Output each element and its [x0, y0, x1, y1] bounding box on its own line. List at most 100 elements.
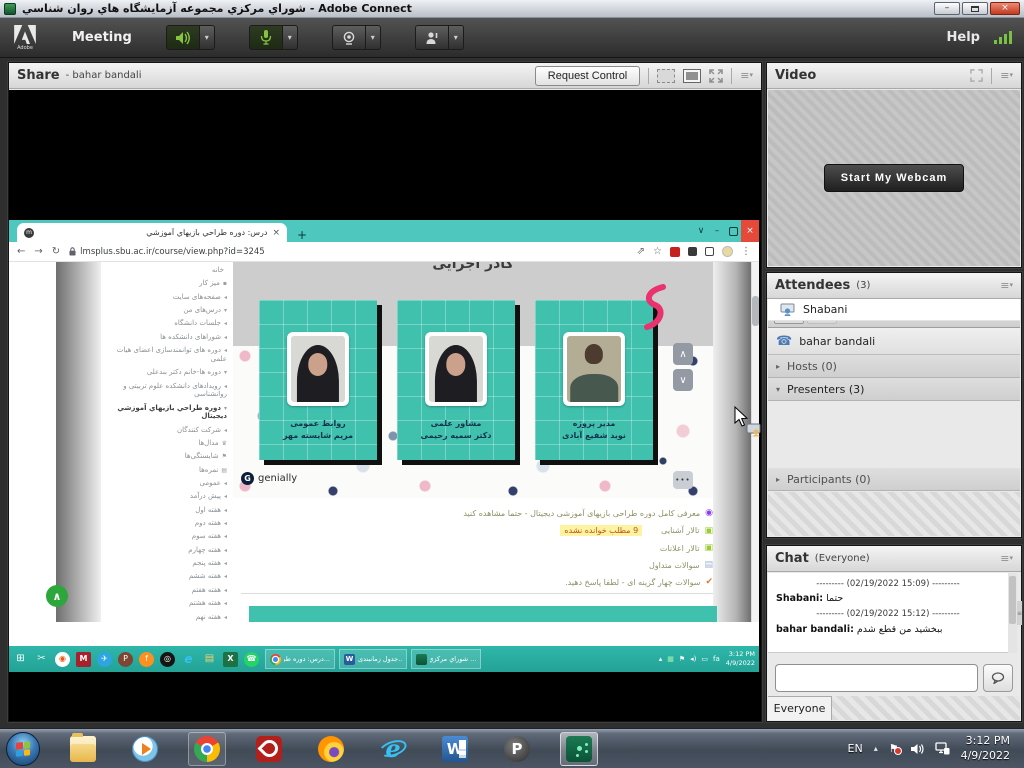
sidebar-toggle-icon[interactable] — [705, 247, 714, 256]
reload-icon[interactable]: ↻ — [52, 246, 60, 257]
sidebar-link[interactable]: ▾دوره ها-خانم دکتر بندعلی — [107, 368, 227, 377]
browser-menu-icon[interactable]: ⋮ — [741, 246, 751, 257]
taskbar-clock[interactable]: 3:12 PM4/9/2022 — [961, 734, 1010, 764]
url-field[interactable]: lmsplus.sbu.ac.ir/course/view.php?id=324… — [69, 247, 265, 257]
microphone-dropdown[interactable]: ▾ — [283, 25, 298, 50]
sidebar-link[interactable]: خانه — [107, 266, 227, 275]
start-icon[interactable]: ⊞ — [13, 652, 28, 667]
network-icon[interactable] — [935, 742, 950, 755]
browser-minimize-icon[interactable]: – — [709, 223, 725, 239]
chat-pod-menu-icon[interactable]: ≡▾ — [1000, 552, 1013, 565]
video-pod-menu-icon[interactable]: ≡▾ — [1000, 69, 1013, 82]
start-webcam-button[interactable]: Start My Webcam — [824, 164, 965, 192]
firefox-icon[interactable]: f — [139, 652, 154, 667]
microphone-button[interactable] — [249, 25, 283, 50]
sidebar-link[interactable]: ▤نمره‌ها — [107, 466, 227, 475]
snipping-tool-icon[interactable]: ✂ — [34, 652, 49, 667]
connect-task-button[interactable]: ... شوراي مركزي — [411, 649, 481, 669]
announcements-forum-link[interactable]: ▣ تالار اعلانات — [241, 543, 713, 553]
language-indicator[interactable]: fa — [713, 655, 720, 663]
genially-brand[interactable]: G genially — [241, 472, 297, 485]
meeting-menu[interactable]: Meeting — [72, 30, 132, 45]
active-speaker-row[interactable]: ☎ bahar bandali — [768, 328, 1020, 355]
volume-icon[interactable]: ◂) — [690, 655, 696, 663]
participants-group-row[interactable]: ▸ Participants (0) — [768, 468, 1020, 491]
presenters-group-row[interactable]: ▾ Presenters (3) — [768, 378, 1020, 401]
network-icon[interactable]: ▭ — [701, 655, 708, 663]
start-button[interactable] — [6, 732, 40, 766]
raise-hand-button[interactable] — [415, 25, 449, 50]
browser-restore-icon[interactable] — [725, 223, 741, 239]
whatsapp-icon[interactable]: ☎ — [244, 652, 259, 667]
recorder-icon[interactable]: ◉ — [55, 652, 70, 667]
adobe-connect-icon[interactable] — [560, 732, 598, 766]
sidebar-link[interactable]: ◂عمومی — [107, 479, 227, 488]
staff-card-public-relations[interactable]: روابط عمومیمریم شایسته مهر — [259, 300, 377, 460]
file-explorer-icon[interactable] — [64, 732, 102, 766]
slide-previous-button[interactable]: ∧ — [673, 343, 693, 365]
browser-close-icon[interactable]: × — [741, 220, 759, 242]
layout-original-size-icon[interactable] — [657, 69, 675, 83]
minimize-button[interactable]: – — [934, 2, 960, 15]
speaker-dropdown[interactable]: ▾ — [200, 25, 215, 50]
fullscreen-icon[interactable] — [709, 69, 723, 83]
firefox-icon[interactable] — [312, 732, 350, 766]
word-task-button[interactable]: W ..جدول زمانبندی — [339, 649, 407, 669]
tray-expand-icon[interactable]: ▴ — [874, 744, 878, 753]
tab-close-icon[interactable]: × — [272, 228, 280, 238]
adblock-extension-icon[interactable] — [670, 247, 680, 257]
slide-next-button[interactable]: ∨ — [673, 369, 693, 391]
scroll-to-top-button[interactable]: ∧ — [46, 585, 68, 607]
sidebar-link[interactable]: ◂دوره های توانمندسازی اعضای هیات علمی — [107, 346, 227, 364]
webcam-button[interactable] — [332, 25, 366, 50]
chat-scrollbar-thumb[interactable] — [1009, 576, 1016, 624]
sidebar-link[interactable]: ⚑شایستگی‌ها — [107, 452, 227, 461]
sidebar-link[interactable]: ▾درس‌های من — [107, 306, 227, 315]
chrome-task-button[interactable]: ...درس: دوره طرا — [265, 649, 335, 669]
faq-link[interactable]: ▤ سوالات متداول — [241, 560, 713, 570]
sidebar-link[interactable]: ◂هفته سوم — [107, 532, 227, 541]
volume-icon[interactable] — [910, 743, 924, 755]
close-button[interactable]: × — [990, 2, 1020, 15]
share-page-icon[interactable]: ⇗ — [637, 246, 645, 257]
everyone-tab[interactable]: Everyone — [768, 696, 832, 720]
chat-input[interactable] — [775, 664, 978, 692]
tray-expand-icon[interactable]: ▴ — [659, 655, 663, 663]
staff-card-scientific-advisor[interactable]: مشاور علمیدکتر سمیه رحیمی — [397, 300, 515, 460]
course-intro-link[interactable]: ◉ معرفی کامل دوره طراحی بازیهای آموزشی د… — [241, 508, 713, 518]
sidebar-link[interactable]: ◂صفحه‌های سایت — [107, 293, 227, 302]
request-control-button[interactable]: Request Control — [535, 66, 641, 86]
language-indicator[interactable]: EN — [848, 742, 863, 755]
sidebar-link[interactable]: ▪میز کار — [107, 279, 227, 288]
telegram-icon[interactable]: ✈ — [97, 652, 112, 667]
sidebar-link[interactable]: ◂شرکت کنندگان — [107, 426, 227, 435]
restore-button[interactable] — [962, 2, 988, 15]
chrome-icon[interactable] — [188, 732, 226, 766]
ie-icon[interactable]: e — [181, 652, 196, 667]
sidebar-link[interactable]: ◂هفته هفتم — [107, 586, 227, 595]
webcam-dropdown[interactable]: ▾ — [366, 25, 381, 50]
acrobat-icon[interactable] — [250, 732, 288, 766]
sidebar-link[interactable]: ◂هفته ششم — [107, 572, 227, 581]
extension-icon[interactable] — [688, 247, 697, 256]
pod-menu-icon[interactable]: ≡▾ — [740, 69, 753, 82]
sidebar-link[interactable]: ◂هفته پنجم — [107, 559, 227, 568]
new-tab-button[interactable]: + — [297, 228, 307, 242]
connect-tray-icon[interactable]: ▦ — [667, 655, 674, 663]
profile-avatar-icon[interactable] — [722, 246, 733, 257]
help-menu[interactable]: Help — [947, 30, 980, 45]
file-explorer-icon[interactable]: ▤ — [202, 652, 217, 667]
hosts-group-row[interactable]: ▸ Hosts (0) — [768, 355, 1020, 378]
bookmark-star-icon[interactable]: ☆ — [653, 246, 662, 257]
media-player-icon[interactable] — [126, 732, 164, 766]
excel-icon[interactable]: X — [223, 652, 238, 667]
genially-more-button[interactable]: ••• — [673, 471, 693, 489]
sidebar-link[interactable]: ◂شوراهای دانشکده ها — [107, 333, 227, 342]
status-dropdown[interactable]: ▾ — [449, 25, 464, 50]
connection-signal-icon[interactable] — [994, 31, 1012, 44]
sidebar-link[interactable]: ◂هفته نهم — [107, 613, 227, 622]
intro-forum-link[interactable]: ▣ تالار آشنایی 9 مطلب خوانده نشده — [241, 525, 713, 536]
sidebar-link[interactable]: ◂هفته اول — [107, 506, 227, 515]
maktabkhooneh-icon[interactable]: M — [76, 652, 91, 667]
sidebar-link[interactable]: ◂هفته چهارم — [107, 546, 227, 555]
